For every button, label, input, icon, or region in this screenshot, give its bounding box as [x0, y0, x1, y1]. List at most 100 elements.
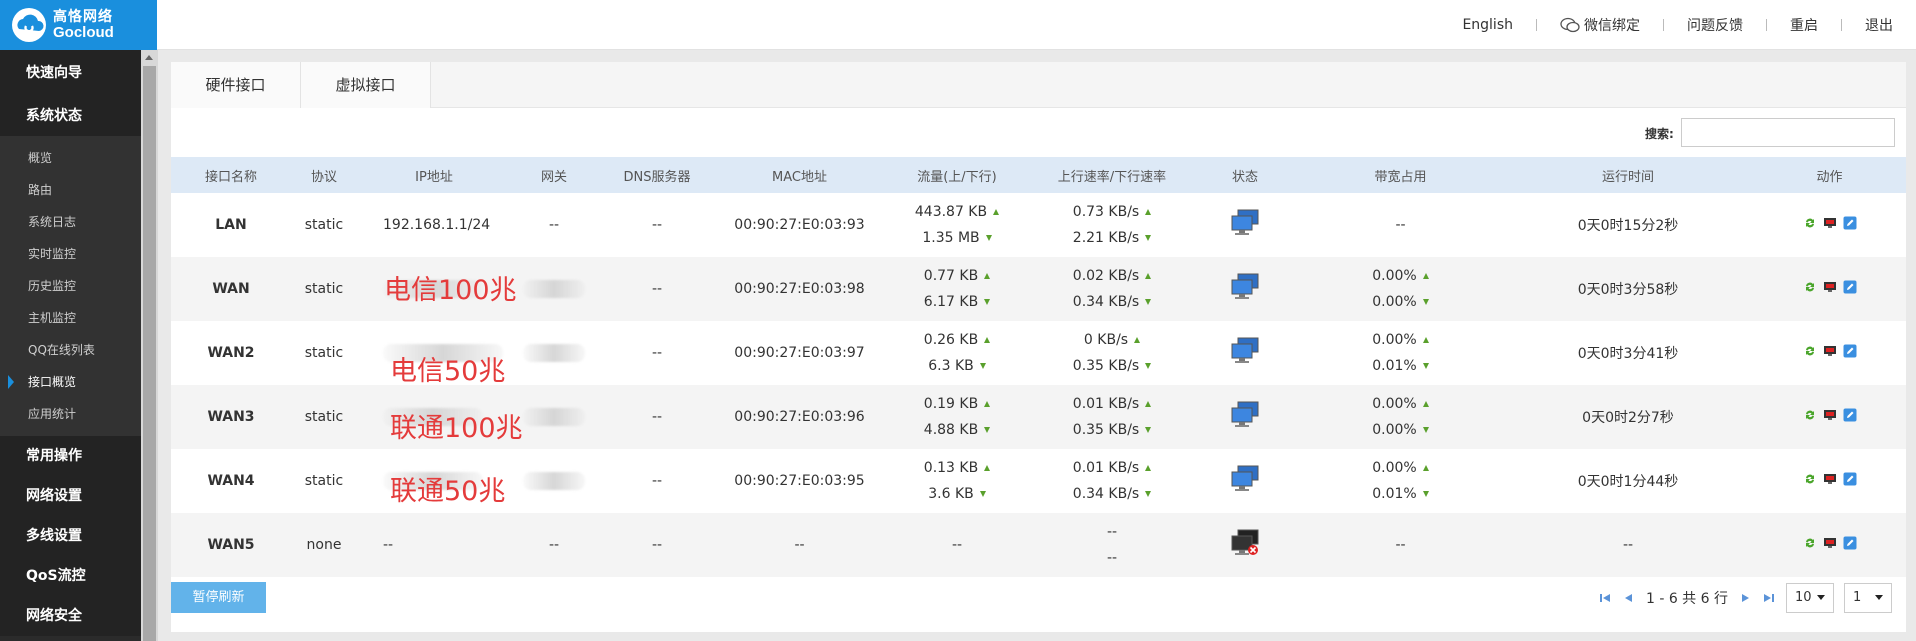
network-connected-icon [1231, 401, 1259, 427]
row-actions [1803, 536, 1857, 550]
uptime-cell: -- [1503, 513, 1753, 577]
disconnect-icon[interactable] [1823, 408, 1837, 422]
edit-icon[interactable] [1843, 408, 1857, 422]
refresh-icon[interactable] [1803, 472, 1817, 486]
traffic-down: 6.3 KB [928, 358, 974, 374]
traffic-up: 0.19 KB [923, 396, 979, 412]
col-header-ip[interactable]: IP地址 [357, 157, 511, 193]
rate-cell: 0.73 KB/s 2.21 KB/s [1032, 193, 1192, 257]
col-header-actions: 动作 [1753, 157, 1906, 193]
protocol-cell: static [304, 473, 344, 489]
gateway-cell [511, 257, 597, 321]
rate-up: -- [1106, 524, 1118, 540]
arrow-down-icon [1422, 491, 1429, 497]
sidebar-group-quick-wizard[interactable]: 快速向导 [0, 50, 141, 96]
traffic-cell: 443.87 KB 1.35 MB [882, 193, 1032, 257]
sidebar-group-security[interactable]: 网络安全 [0, 596, 141, 636]
traffic-cell: 0.13 KB 3.6 KB [882, 449, 1032, 513]
page-range-text: 1 - 6 共 6 行 [1645, 590, 1728, 607]
first-page-icon[interactable] [1598, 591, 1612, 605]
scroll-up-icon[interactable] [145, 55, 153, 60]
rate-down: -- [1106, 550, 1118, 566]
sidebar-group-system-status[interactable]: 系统状态 [0, 96, 141, 136]
sidebar-group-common-ops[interactable]: 常用操作 [0, 436, 141, 476]
mac-cell: 00:90:27:E0:03:98 [717, 257, 882, 321]
search-input[interactable] [1681, 118, 1895, 147]
edit-icon[interactable] [1843, 344, 1857, 358]
col-header-mac[interactable]: MAC地址 [717, 157, 882, 193]
page-size-value: 10 [1795, 590, 1812, 605]
network-disconnected-icon [1231, 529, 1259, 555]
bandwidth-down: 0.01% [1372, 358, 1417, 374]
col-header-dns[interactable]: DNS服务器 [597, 157, 717, 193]
sidebar-group-network-settings[interactable]: 网络设置 [0, 476, 141, 516]
col-header-name[interactable]: 接口名称 [171, 157, 291, 193]
top-header: 高恪网络 Gocloud English 微信绑定 问题反馈 重启 退出 [0, 0, 1916, 50]
next-page-icon[interactable] [1738, 591, 1752, 605]
actions-cell [1753, 449, 1906, 513]
traffic-cell: 0.77 KB 6.17 KB [882, 257, 1032, 321]
sidebar-item-realtime-monitor[interactable]: 实时监控 [0, 238, 141, 270]
status-cell [1192, 513, 1298, 577]
col-header-uptime[interactable]: 运行时间 [1503, 157, 1753, 193]
wechat-bind-link[interactable]: 微信绑定 [1537, 15, 1663, 35]
bandwidth-cell: 0.00% 0.00% [1298, 257, 1503, 321]
mac-cell: 00:90:27:E0:03:93 [734, 217, 865, 233]
scrollbar-thumb[interactable] [143, 66, 156, 641]
sidebar-item-history-monitor[interactable]: 历史监控 [0, 270, 141, 302]
bandwidth-up: 0.00% [1372, 460, 1417, 476]
disconnect-icon[interactable] [1823, 472, 1837, 486]
sidebar-item-overview[interactable]: 概览 [0, 142, 141, 174]
tab-virtual-interface[interactable]: 虚拟接口 [301, 62, 431, 108]
refresh-icon[interactable] [1803, 280, 1817, 294]
refresh-icon[interactable] [1803, 536, 1817, 550]
col-header-status[interactable]: 状态 [1192, 157, 1298, 193]
traffic-up: 0.77 KB [923, 268, 979, 284]
pause-refresh-button[interactable]: 暂停刷新 [171, 582, 266, 613]
top-nav: English 微信绑定 问题反馈 重启 退出 [1439, 0, 1916, 50]
page-number-select[interactable]: 1 [1844, 582, 1892, 613]
protocol-cell: static [291, 257, 357, 321]
sidebar-item-host-monitor[interactable]: 主机监控 [0, 302, 141, 334]
sidebar-group-multiline[interactable]: 多线设置 [0, 516, 141, 556]
disconnect-icon[interactable] [1823, 216, 1837, 230]
feedback-link[interactable]: 问题反馈 [1664, 15, 1766, 35]
rate-down: 0.35 KB/s [1072, 422, 1140, 438]
language-link[interactable]: English [1439, 17, 1536, 33]
sidebar-item-app-stats[interactable]: 应用统计 [0, 398, 141, 430]
tab-hardware-interface[interactable]: 硬件接口 [171, 62, 301, 108]
col-header-protocol[interactable]: 协议 [291, 157, 357, 193]
edit-icon[interactable] [1843, 280, 1857, 294]
logo[interactable]: 高恪网络 Gocloud [0, 0, 157, 50]
prev-page-icon[interactable] [1622, 591, 1636, 605]
bandwidth-cell: -- [1395, 217, 1406, 233]
sidebar-item-interface-overview[interactable]: 接口概览 [0, 366, 141, 398]
reboot-link[interactable]: 重启 [1767, 15, 1841, 35]
logout-link[interactable]: 退出 [1842, 15, 1916, 35]
page-size-select[interactable]: 10 [1786, 582, 1834, 613]
refresh-icon[interactable] [1803, 408, 1817, 422]
ip-cell: -- [357, 513, 511, 577]
sidebar-item-route[interactable]: 路由 [0, 174, 141, 206]
disconnect-icon[interactable] [1823, 536, 1837, 550]
refresh-icon[interactable] [1803, 216, 1817, 230]
col-header-gateway[interactable]: 网关 [511, 157, 597, 193]
sidebar-scrollbar[interactable] [141, 50, 158, 641]
cloud-logo-icon [12, 8, 46, 42]
network-connected-icon [1231, 209, 1259, 235]
col-header-rate[interactable]: 上行速率/下行速率 [1032, 157, 1192, 193]
col-header-bandwidth[interactable]: 带宽占用 [1298, 157, 1503, 193]
disconnect-icon[interactable] [1823, 280, 1837, 294]
last-page-icon[interactable] [1762, 591, 1776, 605]
disconnect-icon[interactable] [1823, 344, 1837, 358]
sidebar-item-system-log[interactable]: 系统日志 [0, 206, 141, 238]
refresh-icon[interactable] [1803, 344, 1817, 358]
edit-icon[interactable] [1843, 536, 1857, 550]
edit-icon[interactable] [1843, 472, 1857, 486]
dns-cell: -- [597, 257, 717, 321]
col-header-traffic[interactable]: 流量(上/下行) [882, 157, 1032, 193]
status-cell [1192, 193, 1298, 257]
sidebar-item-qq-online[interactable]: QQ在线列表 [0, 334, 141, 366]
edit-icon[interactable] [1843, 216, 1857, 230]
sidebar-group-qos[interactable]: QoS流控 [0, 556, 141, 596]
